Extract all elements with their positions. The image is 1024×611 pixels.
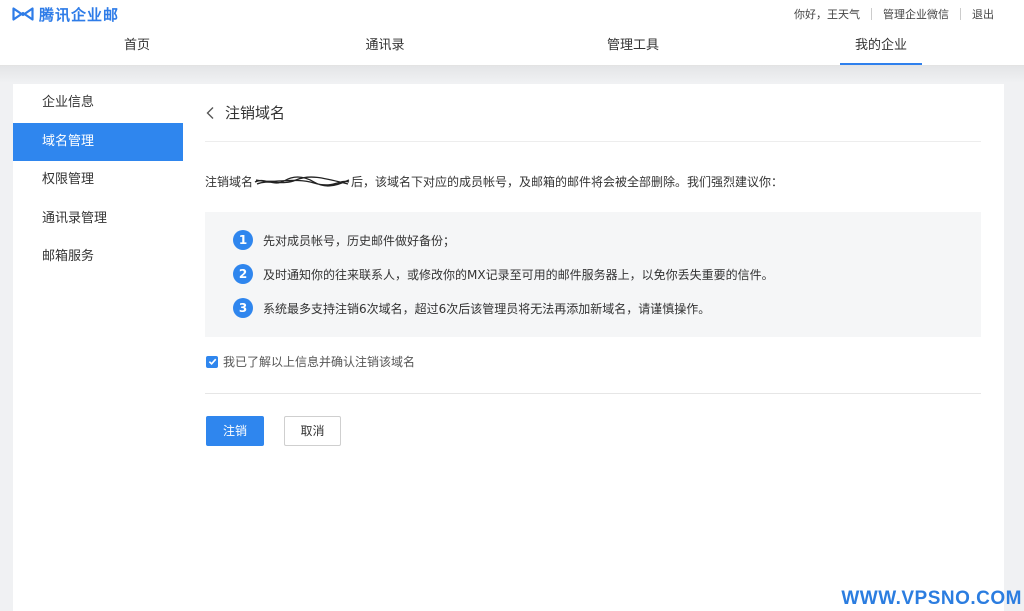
warning-text: 注销域名 后，该域名下对应的成员帐号，及邮箱的邮件将会被全部删除。我们强烈建议你… bbox=[205, 173, 783, 190]
confirm-row[interactable]: 我已了解以上信息并确认注销该域名 bbox=[206, 353, 415, 370]
main-nav: 首页 通讯录 管理工具 我的企业 bbox=[0, 28, 1024, 66]
nav-tab-contacts[interactable]: 通讯录 bbox=[344, 28, 426, 65]
tip-number-badge: 1 bbox=[233, 230, 253, 250]
sidebar-item-domain-management[interactable]: 域名管理 bbox=[13, 122, 183, 161]
tip-text: 及时通知你的往来联系人，或修改你的MX记录至可用的邮件服务器上，以免你丢失重要的… bbox=[263, 267, 774, 282]
warning-suffix: 后，该域名下对应的成员帐号，及邮箱的邮件将会被全部删除。我们强烈建议你： bbox=[351, 175, 784, 189]
page-title: 注销域名 bbox=[225, 104, 286, 122]
tips-box: 1 先对成员帐号，历史邮件做好备份； 2 及时通知你的往来联系人，或修改你的MX… bbox=[205, 212, 981, 337]
nav-tab-home[interactable]: 首页 bbox=[96, 28, 178, 65]
manage-wechat-link[interactable]: 管理企业微信 bbox=[883, 6, 949, 22]
nav-tab-my-company[interactable]: 我的企业 bbox=[840, 28, 922, 65]
sidebar-item-contacts-management[interactable]: 通讯录管理 bbox=[13, 200, 183, 239]
brand-logo[interactable]: 腾讯企业邮 bbox=[12, 4, 119, 24]
sidebar-item-permissions[interactable]: 权限管理 bbox=[13, 161, 183, 200]
tip-number-badge: 3 bbox=[233, 298, 253, 318]
brand-name: 腾讯企业邮 bbox=[39, 5, 120, 24]
checkmark-icon bbox=[208, 358, 216, 366]
warning-prefix: 注销域名 bbox=[205, 175, 254, 189]
tip-item: 3 系统最多支持注销6次域名，超过6次后该管理员将无法再添加新域名，请谨慎操作。 bbox=[233, 298, 710, 318]
divider bbox=[205, 141, 981, 142]
tip-item: 2 及时通知你的往来联系人，或修改你的MX记录至可用的邮件服务器上，以免你丢失重… bbox=[233, 264, 774, 284]
sidebar-item-mail-service[interactable]: 邮箱服务 bbox=[13, 238, 183, 277]
tip-number-badge: 2 bbox=[233, 264, 253, 284]
divider bbox=[871, 8, 872, 20]
divider bbox=[960, 8, 961, 20]
page-header: 注销域名 bbox=[205, 102, 285, 123]
watermark: WWW.VPSNO.COM bbox=[841, 588, 1022, 609]
divider bbox=[205, 393, 981, 394]
logout-link[interactable]: 退出 bbox=[972, 6, 994, 22]
cancel-button[interactable]: 取消 bbox=[284, 416, 341, 446]
back-arrow-icon[interactable] bbox=[205, 106, 217, 120]
sidebar: 企业信息 域名管理 权限管理 通讯录管理 邮箱服务 bbox=[13, 84, 183, 611]
confirm-label[interactable]: 我已了解以上信息并确认注销该域名 bbox=[223, 353, 415, 370]
nav-tab-tools[interactable]: 管理工具 bbox=[592, 28, 674, 65]
main-panel: 注销域名 注销域名 后，该域名下对应的成员帐号，及邮箱的邮件将会被全部删除。我们… bbox=[183, 84, 1004, 611]
sidebar-item-company-info[interactable]: 企业信息 bbox=[13, 84, 183, 123]
confirm-checkbox[interactable] bbox=[206, 355, 218, 368]
top-links: 你好，王天气 管理企业微信 退出 bbox=[794, 6, 994, 22]
deregister-button[interactable]: 注销 bbox=[206, 416, 264, 446]
tip-item: 1 先对成员帐号，历史邮件做好备份； bbox=[233, 230, 455, 250]
tip-text: 先对成员帐号，历史邮件做好备份； bbox=[263, 233, 456, 248]
brand-logo-icon bbox=[12, 7, 34, 21]
redaction-scribble bbox=[254, 175, 350, 187]
top-bar: 腾讯企业邮 你好，王天气 管理企业微信 退出 bbox=[0, 0, 1024, 28]
tip-text: 系统最多支持注销6次域名，超过6次后该管理员将无法再添加新域名，请谨慎操作。 bbox=[263, 301, 711, 316]
header-shadow bbox=[0, 66, 1024, 83]
user-greeting: 你好，王天气 bbox=[794, 8, 860, 21]
